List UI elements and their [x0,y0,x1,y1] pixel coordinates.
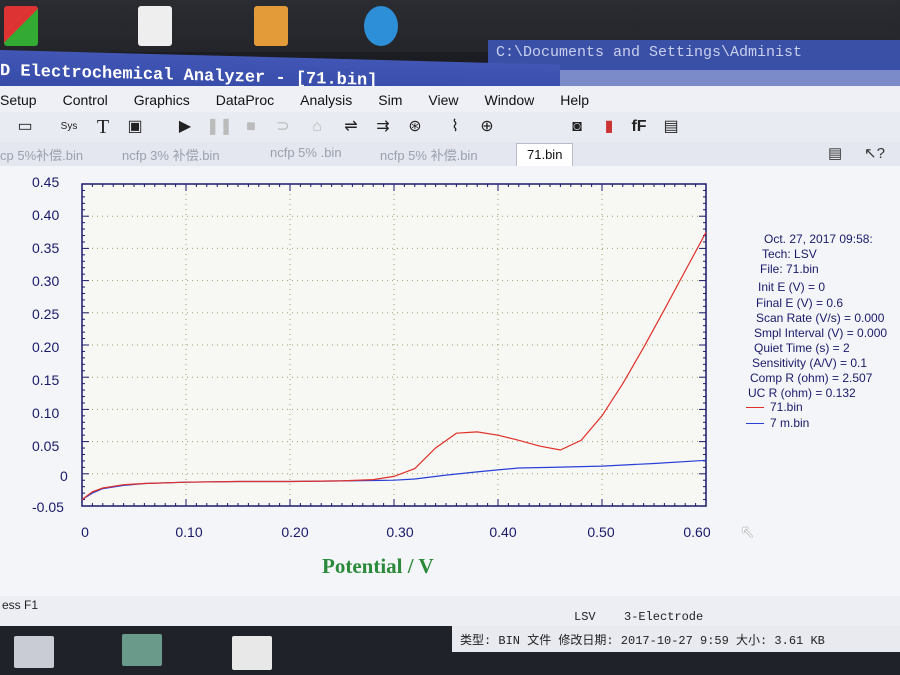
pause-icon[interactable]: ❚❚ [206,117,233,137]
legend-label: 7 m.bin [770,416,810,430]
text-tool-label: T [96,116,110,138]
plot-area: 0.45 0.40 0.35 0.30 0.25 0.20 0.15 0.10 … [0,166,900,596]
menu-window[interactable]: Window [484,92,534,108]
status-bar: ess F1 LSV 3-Electrode [0,596,900,626]
x-tick-label: 0.30 [386,524,414,540]
y-tick-label: 0.20 [32,339,60,355]
background-window-title: C:\Documents and Settings\Administ [496,44,803,61]
mouse-cursor-icon: ↖ [740,522,756,542]
x-tick-label: 0.10 [175,524,203,540]
legend-item: 7 m.bin [746,416,809,430]
info-sensitivity: Sensitivity (A/V) = 0.1 [752,356,868,370]
desktop-icon-archive[interactable] [254,6,288,46]
y-tick-label: 0.40 [32,207,60,223]
info-init-e: Init E (V) = 0 [758,280,826,294]
text-tool-button[interactable]: T [92,117,114,137]
y-tick-label: 0.15 [32,372,60,388]
y-tick-label: 0.25 [32,306,60,322]
menu-view[interactable]: View [428,92,458,108]
status-technique: LSV [574,610,596,624]
desktop-icon-document[interactable] [138,6,172,46]
info-uc-r: UC R (ohm) = 0.132 [748,386,856,400]
info-comp-r: Comp R (ohm) = 2.507 [750,371,873,385]
desktop-icon-k-app[interactable] [364,6,398,46]
info-sample-interval: Smpl Interval (V) = 0.000 [754,326,888,340]
info-final-e: Final E (V) = 0.6 [756,296,844,310]
menu-graphics[interactable]: Graphics [134,92,190,108]
x-tick-label: 0.40 [489,524,517,540]
sys-label: Sys [60,121,78,132]
up-icon[interactable]: ⌂ [306,117,328,137]
legend-label: 71.bin [770,400,803,414]
status-help-hint: ess F1 [2,598,39,612]
y-tick-label: 0.30 [32,273,60,289]
panel-icon[interactable]: ▣ [124,117,146,137]
tab-ncfp-5[interactable]: ncfp 5% .bin [270,145,342,160]
zoom-icon[interactable]: ⊕ [476,117,498,137]
menu-setup[interactable]: Setup [0,92,37,108]
font-button[interactable]: fF [628,117,650,137]
x-tick-label: 0.50 [587,524,615,540]
tab-ncfp-5-comp[interactable]: ncfp 5% 补偿.bin [380,145,478,164]
reverse-icon[interactable]: ⊃ [272,117,294,137]
legend-swatch-red [746,407,764,409]
y-tick-label: -0.05 [32,499,64,515]
legend: 71.bin 7 m.bin [746,400,809,430]
document-tabs: cp 5%补偿.bin ncfp 3% 补偿.bin ncfp 5% .bin … [0,142,900,166]
x-axis-label: Potential / V [322,554,434,578]
list-icon[interactable]: ▤ [828,144,842,162]
desktop-icon-excel-file[interactable] [232,636,272,670]
menu-analysis[interactable]: Analysis [300,92,352,108]
file-info-tooltip: 类型: BIN 文件 修改日期: 2017-10-27 9:59 大小: 3.6… [452,626,900,652]
x-tick-label: 0.60 [683,524,711,540]
tab-ncfp-3[interactable]: ncfp 3% 补偿.bin [122,145,220,164]
y-tick-label: 0.05 [32,438,60,454]
plot-icon[interactable]: ⌇ [444,117,466,137]
legend-item: 71.bin [746,400,809,414]
info-scan-rate: Scan Rate (V/s) = 0.000 [756,311,885,325]
info-quiet-time: Quiet Time (s) = 2 [754,341,850,355]
info-date: Oct. 27, 2017 09:58: [764,232,873,246]
menu-dataproc[interactable]: DataProc [216,92,274,108]
clipboard-icon[interactable]: ▤ [660,117,682,137]
desktop-icon-bin-file[interactable] [14,636,54,668]
x-tick-label: 0 [81,524,89,540]
camera-icon[interactable]: ◙ [566,117,588,137]
desktop-icon-image-file[interactable] [122,634,162,666]
y-tick-label: 0.35 [32,240,60,256]
overlay-icon[interactable]: ⇉ [372,117,394,137]
x-tick-label: 0.20 [281,524,309,540]
tab-cp-5[interactable]: cp 5%补偿.bin [0,145,83,164]
menu-bar: Setup Control Graphics DataProc Analysis… [0,86,900,114]
y-tick-label: 0.45 [32,174,60,190]
print-icon[interactable]: ▭ [14,117,36,137]
menu-sim[interactable]: Sim [378,92,402,108]
y-tick-label: 0 [60,468,68,484]
run-icon[interactable]: ▶ [174,117,196,137]
sys-button[interactable]: Sys [58,117,80,137]
menu-help[interactable]: Help [560,92,589,108]
info-file: File: 71.bin [760,262,819,276]
graph-settings-icon[interactable]: ⇌ [340,117,362,137]
tab-71-bin[interactable]: 71.bin [516,143,574,166]
color-bars-icon[interactable]: ▮ [598,117,620,137]
y-tick-label: 0.10 [32,405,60,421]
desktop-icon-windows[interactable] [4,6,38,46]
font-label: fF [631,118,647,135]
help-pointer-icon[interactable]: ↖? [864,144,885,162]
legend-swatch-blue [746,423,764,425]
status-electrode: 3-Electrode [624,610,704,624]
stop-icon[interactable]: ■ [240,117,262,137]
info-tech: Tech: LSV [762,247,817,261]
menu-control[interactable]: Control [63,92,108,108]
dial-icon[interactable]: ⊛ [404,117,426,137]
main-toolbar: ▭ Sys T ▣ ▶ ❚❚ ■ ⊃ ⌂ ⇌ ⇉ ⊛ ⌇ ⊕ ◙ ▮ fF ▤ [0,112,900,143]
